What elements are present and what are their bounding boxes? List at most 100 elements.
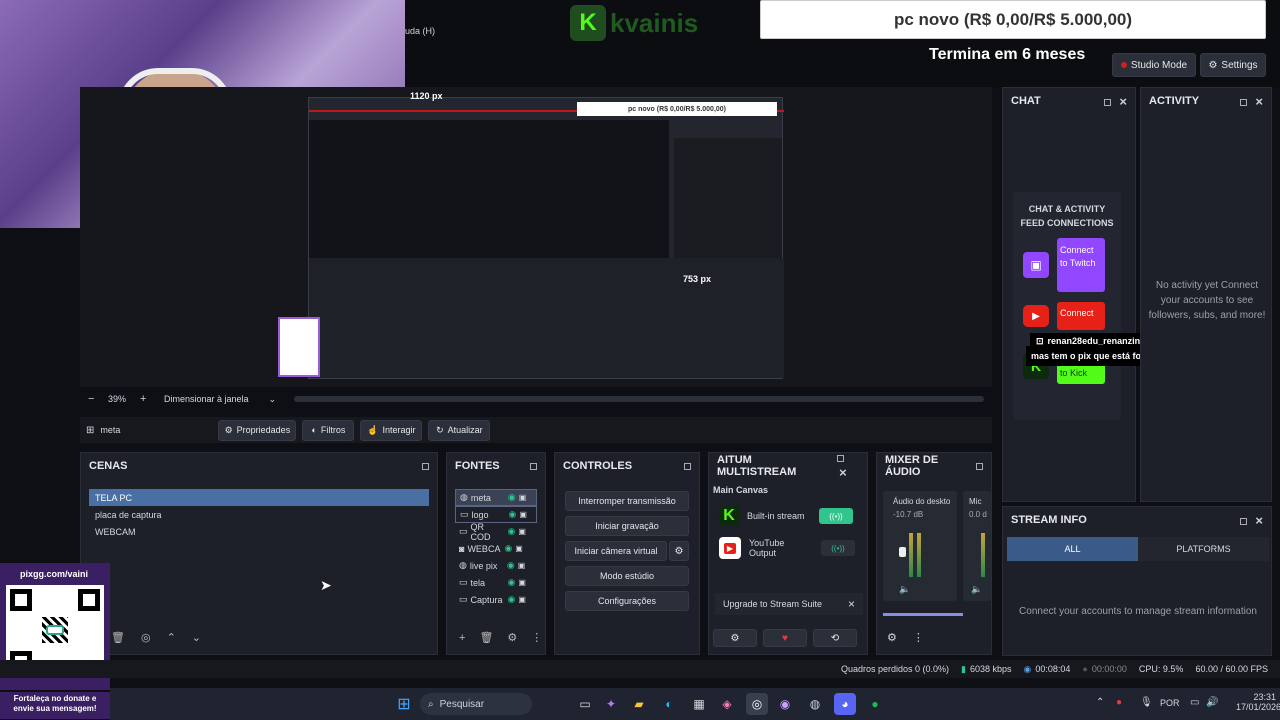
tab-all[interactable]: ALL xyxy=(1007,537,1138,561)
settings-button[interactable]: ⚙ Settings xyxy=(1200,53,1266,77)
clock[interactable]: 23:31 17/01/2026 xyxy=(1236,692,1280,712)
volume-fader[interactable] xyxy=(899,547,906,557)
volume-icon[interactable]: 🔊 xyxy=(1206,697,1218,708)
app-icon[interactable]: ◉ xyxy=(774,693,796,715)
speaker-icon[interactable]: 🔈 xyxy=(971,584,982,595)
folder-icon[interactable]: ▰ xyxy=(628,693,650,715)
filter-icon[interactable]: ◎ xyxy=(141,631,151,644)
gear-icon[interactable]: ⚙ xyxy=(887,631,897,644)
refresh-icon[interactable]: ⟲ xyxy=(813,629,857,647)
filters-button[interactable]: ◐ Filtros xyxy=(302,419,355,441)
edge-icon[interactable]: ◐ xyxy=(658,693,680,715)
speaker-icon[interactable]: 🔈 xyxy=(899,584,910,595)
eye-icon[interactable]: ◉ xyxy=(508,492,516,503)
fit-select[interactable]: Dimensionar à janela ⌄ xyxy=(160,390,280,408)
trash-icon[interactable]: 🗑 xyxy=(111,631,125,644)
refresh-button[interactable]: ↻ Atualizar xyxy=(428,419,491,441)
chevron-up-icon[interactable]: ⌃ xyxy=(167,631,176,644)
trash-icon[interactable]: 🗑 xyxy=(479,631,493,644)
add-icon[interactable]: + xyxy=(459,632,465,644)
chevron-down-icon[interactable]: ⌄ xyxy=(192,631,201,644)
language-indicator[interactable]: POR xyxy=(1160,698,1180,708)
copilot-icon[interactable]: ✦ xyxy=(600,693,622,715)
start-recording-button[interactable]: Iniciar gravação xyxy=(565,516,689,536)
discord-icon[interactable]: ◕ xyxy=(834,693,856,715)
undock-icon[interactable] xyxy=(422,462,429,470)
menu-fragment[interactable]: uda (H) xyxy=(405,26,435,36)
properties-button[interactable]: ⚙ Propriedades xyxy=(218,419,297,441)
configurations-button[interactable]: Configurações xyxy=(565,591,689,611)
source-item[interactable]: ◙ WEBCA ◉ ▣ xyxy=(455,540,537,557)
more-icon[interactable]: ⋮ xyxy=(531,631,542,644)
undock-icon[interactable] xyxy=(530,462,537,470)
undock-icon[interactable] xyxy=(1240,517,1248,525)
preview-scrollbar[interactable] xyxy=(294,396,984,402)
undock-icon[interactable] xyxy=(1240,98,1248,106)
virtual-camera-button[interactable]: Iniciar câmera virtual xyxy=(565,541,667,561)
connect-twitch-button[interactable]: Connect to Twitch xyxy=(1057,238,1105,292)
app-icon[interactable]: ◈ xyxy=(716,693,738,715)
obs-icon[interactable]: ◎ xyxy=(746,693,768,715)
lock-icon[interactable]: ▣ xyxy=(515,544,523,553)
gear-icon[interactable]: ⚙ xyxy=(507,631,517,644)
eye-icon[interactable]: ◉ xyxy=(507,560,515,571)
close-icon[interactable]: × xyxy=(848,597,855,611)
lock-icon[interactable]: ▣ xyxy=(519,510,527,519)
source-item[interactable]: ◍ meta ◉ ▣ xyxy=(455,489,537,506)
eye-icon[interactable]: ◉ xyxy=(508,594,516,605)
lock-icon[interactable]: ▣ xyxy=(518,527,526,536)
scene-item-tela-pc[interactable]: TELA PC xyxy=(89,489,429,506)
lock-icon[interactable]: ▣ xyxy=(518,595,526,604)
scene-item-placa-de-captura[interactable]: placa de captura xyxy=(89,506,429,523)
broadcast-toggle-icon[interactable]: ((•)) xyxy=(819,508,853,524)
virtual-camera-settings-button[interactable]: ⚙ xyxy=(669,541,689,561)
eye-icon[interactable]: ◉ xyxy=(508,526,516,537)
network-icon[interactable]: ▭ xyxy=(1190,697,1199,708)
heart-icon[interactable]: ♥ xyxy=(763,629,807,647)
taskbar-search[interactable]: ⌕ Pesquisar xyxy=(420,693,532,715)
close-icon[interactable]: × xyxy=(839,465,847,480)
broadcast-toggle-icon[interactable]: ((•)) xyxy=(821,540,855,556)
source-item[interactable]: ▭ QR COD ◉ ▣ xyxy=(455,522,537,542)
lock-icon[interactable]: ▣ xyxy=(518,561,526,570)
spotify-icon[interactable]: ● xyxy=(864,693,886,715)
close-icon[interactable]: × xyxy=(1119,94,1127,109)
scene-item-webcam[interactable]: WEBCAM xyxy=(89,523,429,540)
source-item[interactable]: ▭ tela ◉ ▣ xyxy=(455,574,537,591)
undock-icon[interactable] xyxy=(1104,98,1112,106)
mixer-scrollbar[interactable] xyxy=(883,613,963,616)
undock-icon[interactable] xyxy=(976,462,983,470)
eye-icon[interactable]: ◉ xyxy=(504,543,512,554)
studio-mode-toggle-button[interactable]: Modo estúdio xyxy=(565,566,689,586)
lock-icon[interactable]: ▣ xyxy=(519,493,527,502)
studio-mode-button[interactable]: Studio Mode xyxy=(1112,53,1196,77)
preview-area[interactable]: pc novo (R$ 0,00/R$ 5.000,00) 1120 px 75… xyxy=(80,87,992,387)
close-icon[interactable]: × xyxy=(1255,513,1263,528)
upgrade-button[interactable]: Upgrade to Stream Suite xyxy=(723,599,822,609)
tab-platforms[interactable]: PLATFORMS xyxy=(1138,537,1269,561)
gear-icon[interactable]: ⚙ xyxy=(713,629,757,647)
connect-youtube-button[interactable]: Connect xyxy=(1057,302,1105,330)
tray-app-icon[interactable]: ● xyxy=(1116,697,1122,708)
eye-icon[interactable]: ◉ xyxy=(508,577,516,588)
windows-start-icon[interactable]: ⊞ xyxy=(393,693,415,715)
source-item[interactable]: ◍ live pix ◉ ▣ xyxy=(455,557,537,574)
more-icon[interactable]: ⋮ xyxy=(913,631,924,644)
preview-canvas[interactable]: pc novo (R$ 0,00/R$ 5.000,00) xyxy=(308,97,784,379)
undock-icon[interactable] xyxy=(837,454,845,462)
task-view-icon[interactable]: ▭ xyxy=(574,693,596,715)
microphone-icon[interactable]: 🎙 xyxy=(1140,697,1153,708)
zoom-plus-button[interactable]: + xyxy=(140,393,152,405)
steam-icon[interactable]: ◍ xyxy=(804,693,826,715)
tray-chevron-up-icon[interactable]: ⌃ xyxy=(1096,697,1104,708)
zoom-minus-button[interactable]: − xyxy=(88,393,100,405)
close-icon[interactable]: × xyxy=(1255,94,1263,109)
store-icon[interactable]: ▦ xyxy=(688,693,710,715)
eye-icon[interactable]: ◉ xyxy=(509,509,517,520)
undock-icon[interactable] xyxy=(684,462,691,470)
stop-stream-button[interactable]: Interromper transmissão xyxy=(565,491,689,511)
source-item[interactable]: ▭ logo ◉ ▣ xyxy=(455,506,537,523)
source-item[interactable]: ▭ Captura ◉ ▣ xyxy=(455,591,537,608)
interact-button[interactable]: ☝ Interagir xyxy=(360,419,423,441)
lock-icon[interactable]: ▣ xyxy=(518,578,526,587)
